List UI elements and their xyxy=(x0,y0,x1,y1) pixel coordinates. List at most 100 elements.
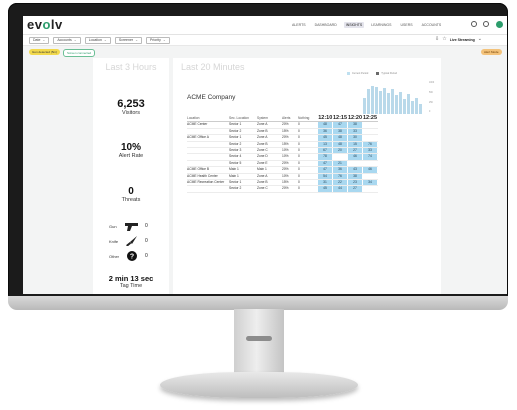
histogram-bar xyxy=(407,94,410,114)
weapon-row-other: Other ? 0 xyxy=(109,251,148,261)
sec-location-cell: Sector 2 xyxy=(229,185,257,193)
alert-rate-value: 10% xyxy=(120,142,141,153)
histogram-bar xyxy=(375,87,378,114)
time-header: 12:10 xyxy=(318,115,333,123)
visitors-stat: 6,253 Visitors xyxy=(93,98,169,116)
filter-date[interactable]: Date ⌄ xyxy=(29,37,50,44)
side-gutter xyxy=(445,58,507,294)
monitor-chin xyxy=(8,296,508,310)
weapon-count: 0 xyxy=(145,253,148,259)
time-value-cell: 44 xyxy=(332,185,348,193)
svg-text:?: ? xyxy=(130,254,134,261)
chevron-down-icon: ⌄ xyxy=(135,38,138,42)
visitors-value: 6,253 xyxy=(117,98,145,110)
chip-alert-mode[interactable]: Alert Mode xyxy=(481,49,502,55)
nav-alerts[interactable]: ALERTS xyxy=(290,22,308,28)
live-streaming-label: Live Streaming xyxy=(449,37,475,42)
y-tick: 250 xyxy=(429,102,433,104)
weapon-count: 0 xyxy=(145,238,148,244)
nav-learnings[interactable]: LEARNINGS xyxy=(369,22,393,28)
chip-gun-detected[interactable]: Gun detected (5m) xyxy=(29,49,61,55)
system-cell: Zone C xyxy=(257,185,282,193)
legend-swatch xyxy=(347,72,350,75)
detail-panel: Last 20 Minutes Current Period Typical P… xyxy=(173,58,441,294)
histogram-bar xyxy=(387,93,390,114)
threats-value: 0 xyxy=(128,186,134,197)
visitors-label: Visitors xyxy=(122,110,140,116)
alerts-table: Location Sec. Location System Alerts Not… xyxy=(187,115,378,193)
help-icon[interactable] xyxy=(471,21,477,27)
tag-time-label: Tag Time xyxy=(119,283,143,289)
time-value-cell: 27 xyxy=(347,185,363,193)
histogram-bar xyxy=(399,91,402,114)
filter-location[interactable]: Location ⌄ xyxy=(84,37,111,44)
y-tick: 0 xyxy=(429,111,431,113)
chevron-down-icon: ⌄ xyxy=(42,38,46,42)
weapon-label: Gun xyxy=(109,223,117,229)
weapon-label: Other xyxy=(109,253,120,259)
monitor-bezel: evolv ALERTS DASHBOARD INSIGHTS LEARNING… xyxy=(8,3,508,303)
histogram-bar xyxy=(379,90,382,114)
nothing-cell: 0 xyxy=(298,185,318,193)
threats-label: Threats xyxy=(121,197,141,203)
weapon-label: Knife xyxy=(109,238,119,244)
nav-insights[interactable]: INSIGHTS xyxy=(343,22,365,28)
histogram-bar xyxy=(411,100,414,114)
alerts-cell: 20% xyxy=(282,185,298,193)
legend-item: Typical Period xyxy=(376,72,397,75)
chevron-down-icon: ⌄ xyxy=(162,38,166,42)
histogram-bar xyxy=(403,99,406,114)
company-name: ACME Company xyxy=(187,94,236,101)
weapon-row-gun: Gun 0 xyxy=(109,221,148,231)
panel-title: Last 3 Hours xyxy=(105,62,157,72)
monitor-stand-neck xyxy=(234,309,284,375)
traffic-histogram xyxy=(363,84,425,114)
nav-dashboard[interactable]: DASHBOARD xyxy=(313,22,339,28)
cable-slot xyxy=(246,336,272,341)
main-nav: ALERTS DASHBOARD INSIGHTS LEARNINGS USER… xyxy=(290,22,443,28)
histogram-bar xyxy=(371,85,374,114)
nav-users[interactable]: USERS xyxy=(399,22,415,28)
summary-panel: Last 3 Hours 6,253 Visitors 10% Alert Ra… xyxy=(93,58,169,294)
profile-icon[interactable] xyxy=(496,21,503,28)
tag-time-stat: 2 min 13 sec Tag Time xyxy=(93,274,169,289)
settings-icon[interactable] xyxy=(483,21,489,27)
filter-accounts[interactable]: Accounts ⌄ xyxy=(53,37,81,44)
more-icon[interactable]: ⌄ xyxy=(478,37,482,42)
time-header: 12:15 xyxy=(332,115,348,123)
y-tick: 500 xyxy=(429,92,433,94)
tag-time-value: 2 min 13 sec xyxy=(108,274,154,283)
chip-screen-connected[interactable]: Screen connected xyxy=(63,49,96,57)
logo[interactable]: evolv xyxy=(27,17,63,32)
histogram-bar xyxy=(363,97,366,114)
alert-rate-stat: 10% Alert Rate xyxy=(93,142,169,159)
threats-stat: 0 Threats xyxy=(93,186,169,203)
alert-rate-label: Alert Rate xyxy=(118,153,144,159)
filter-bar: Date ⌄ Accounts ⌄ Location ⌄ Screener ⌄ Prio… xyxy=(23,35,507,46)
gun-icon xyxy=(125,221,139,231)
location-cell: ACME Recreation Center xyxy=(187,179,229,187)
time-header: 12:20 xyxy=(347,115,363,123)
histogram-bar xyxy=(367,89,370,114)
other-icon: ? xyxy=(125,251,139,261)
app-header: evolv ALERTS DASHBOARD INSIGHTS LEARNING… xyxy=(23,16,507,35)
share-icon[interactable]: ⇩ xyxy=(435,37,439,42)
histogram-bar xyxy=(383,87,386,114)
filter-priority[interactable]: Priority ⌄ xyxy=(146,37,170,44)
knife-icon xyxy=(125,236,139,246)
time-value-cell: 45 xyxy=(318,185,333,193)
time-header: 12:25 xyxy=(362,115,378,123)
histogram-bar xyxy=(395,95,398,114)
chart-legend: Current Period Typical Period xyxy=(347,72,397,75)
histogram-bar xyxy=(419,103,422,114)
y-tick: 1000 xyxy=(429,82,435,84)
panel-title: Last 20 Minutes xyxy=(181,62,245,72)
location-cell xyxy=(187,185,229,193)
table-row[interactable]: Sector 2 Zone C 20% 0 45 44 27 xyxy=(187,185,378,193)
nav-accounts[interactable]: ACCOUNTS xyxy=(420,22,444,28)
star-icon[interactable]: ☆ xyxy=(442,37,446,42)
legend-item: Current Period xyxy=(347,72,368,75)
filter-screener[interactable]: Screener ⌄ xyxy=(114,37,142,44)
chevron-down-icon: ⌄ xyxy=(103,38,107,42)
histogram-bar xyxy=(391,88,394,114)
